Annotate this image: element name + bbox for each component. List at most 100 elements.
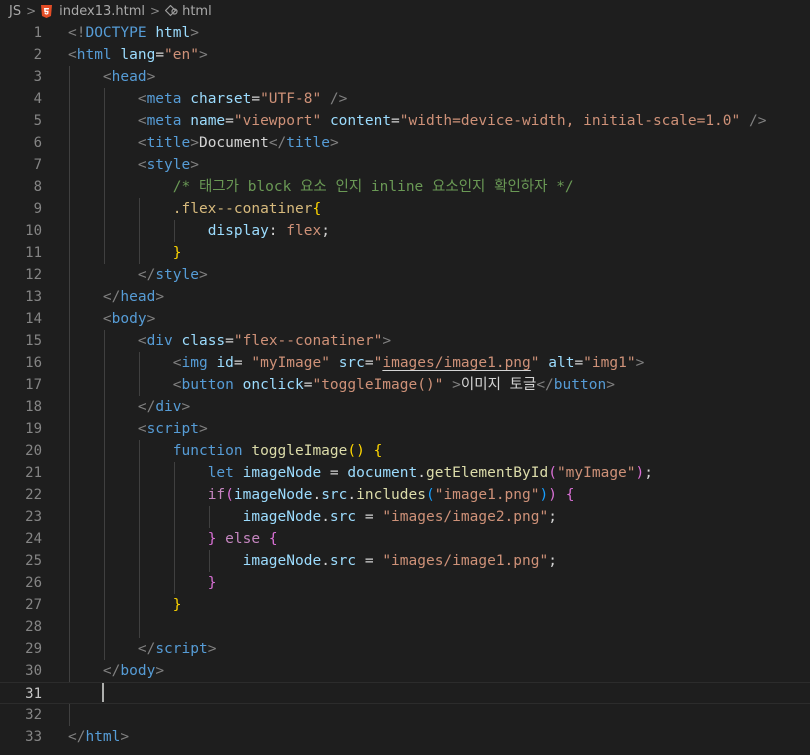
code-line[interactable]: 21 let imageNode = document.getElementBy…	[0, 462, 810, 484]
code-line[interactable]: 3 <head>	[0, 66, 810, 88]
code-token: {	[565, 487, 575, 503]
code-token: </	[137, 641, 156, 657]
code-token: meta	[146, 91, 182, 107]
line-number: 25	[25, 553, 42, 569]
line-code: <html lang="en">	[68, 44, 208, 66]
code-token: </	[137, 267, 156, 283]
line-number: 15	[25, 333, 42, 349]
code-line[interactable]: 27 }	[0, 594, 810, 616]
line-number: 27	[25, 597, 42, 613]
html5-icon	[41, 4, 53, 18]
code-line[interactable]: 33 </html>	[0, 726, 810, 748]
code-line[interactable]: 18 </div>	[0, 396, 810, 418]
line-code: </body>	[68, 660, 164, 682]
indent-guide	[69, 704, 70, 726]
code-line[interactable]: 28	[0, 616, 810, 638]
code-line[interactable]: 8 /* 태그가 block 요소 인지 inline 요소인지 확인하자 */	[0, 176, 810, 198]
indent-guide	[69, 66, 70, 682]
code-token: <	[137, 157, 147, 173]
code-line[interactable]: 14 <body>	[0, 308, 810, 330]
code-token: >	[198, 47, 208, 63]
code-editor[interactable]: 33 </html> 32 31 30 </body> 29 </script> 28 27 …	[0, 22, 810, 755]
code-token: >	[198, 421, 208, 437]
line-number: 32	[25, 707, 42, 723]
code-line[interactable]: 22 if(imageNode.src.includes("image1.png…	[0, 484, 810, 506]
code-token: }	[172, 597, 182, 613]
code-token: if	[207, 487, 226, 503]
code-token: <	[172, 377, 182, 393]
code-token: "flex--conatiner"	[233, 333, 383, 349]
code-token: >	[181, 399, 191, 415]
code-line[interactable]: 17 <button onclick="toggleImage()" >이미지 …	[0, 374, 810, 396]
code-line[interactable]: 7 <style>	[0, 154, 810, 176]
line-code: <div class="flex--conatiner">	[68, 330, 391, 352]
line-code: if(imageNode.src.includes("image1.png"))…	[68, 484, 575, 506]
code-token: div	[155, 399, 182, 415]
code-token: src	[329, 553, 357, 569]
code-line[interactable]: 11 }	[0, 242, 810, 264]
code-token: :	[268, 223, 287, 239]
code-line[interactable]: 19 <script>	[0, 418, 810, 440]
code-line[interactable]: 2 <html lang="en">	[0, 44, 810, 66]
line-number: 20	[25, 443, 42, 459]
line-code: <!DOCTYPE html>	[68, 22, 199, 44]
code-line[interactable]: 12 </style>	[0, 264, 810, 286]
code-line[interactable]: 29 </script>	[0, 638, 810, 660]
code-line[interactable]: 25 imageNode.src = "images/image1.png";	[0, 550, 810, 572]
code-line[interactable]: 24 } else {	[0, 528, 810, 550]
code-token: "images/image2.png"	[382, 509, 549, 525]
code-line[interactable]: 20 function toggleImage() {	[0, 440, 810, 462]
line-number: 10	[25, 223, 42, 239]
code-token: <	[137, 91, 147, 107]
code-line[interactable]: 15 <div class="flex--conatiner">	[0, 330, 810, 352]
code-token: script	[146, 421, 199, 437]
code-line[interactable]: 1 <!DOCTYPE html>	[0, 22, 810, 44]
code-token: document	[347, 465, 418, 481]
code-token: .	[312, 487, 322, 503]
line-code: </html>	[68, 726, 129, 748]
breadcrumb-root[interactable]: JS	[9, 4, 21, 19]
code-token: }	[172, 245, 182, 261]
code-token: "toggleImage()"	[312, 377, 444, 393]
code-token: alt	[548, 355, 575, 371]
code-line[interactable]: 6 <title>Document</title>	[0, 132, 810, 154]
code-line[interactable]: 26 }	[0, 572, 810, 594]
breadcrumb-element[interactable]: html	[182, 4, 212, 19]
code-line[interactable]: 23 imageNode.src = "images/image2.png";	[0, 506, 810, 528]
code-line[interactable]: 16 <img id= "myImage" src="images/image1…	[0, 352, 810, 374]
code-line[interactable]: 10 display: flex;	[0, 220, 810, 242]
code-token: <	[137, 333, 147, 349]
code-line[interactable]: 5 <meta name="viewport" content="width=d…	[0, 110, 810, 132]
line-code: } else {	[68, 528, 278, 550]
code-token: <	[137, 113, 147, 129]
code-token: .	[417, 465, 426, 481]
code-line[interactable]: 4 <meta charset="UTF-8" />	[0, 88, 810, 110]
tag-icon	[165, 5, 178, 17]
code-line[interactable]: 31	[0, 682, 810, 704]
breadcrumb-file[interactable]: index13.html	[59, 4, 145, 19]
code-token: ;	[548, 509, 557, 525]
code-token: )	[539, 487, 549, 503]
code-line[interactable]: 9 .flex--conatiner{	[0, 198, 810, 220]
code-line[interactable]: 32	[0, 704, 810, 726]
code-line[interactable]: 30 </body>	[0, 660, 810, 682]
code-line[interactable]: 13 </head>	[0, 286, 810, 308]
code-token: includes	[356, 487, 426, 503]
line-code: </style>	[68, 264, 208, 286]
code-token: =	[225, 113, 234, 129]
